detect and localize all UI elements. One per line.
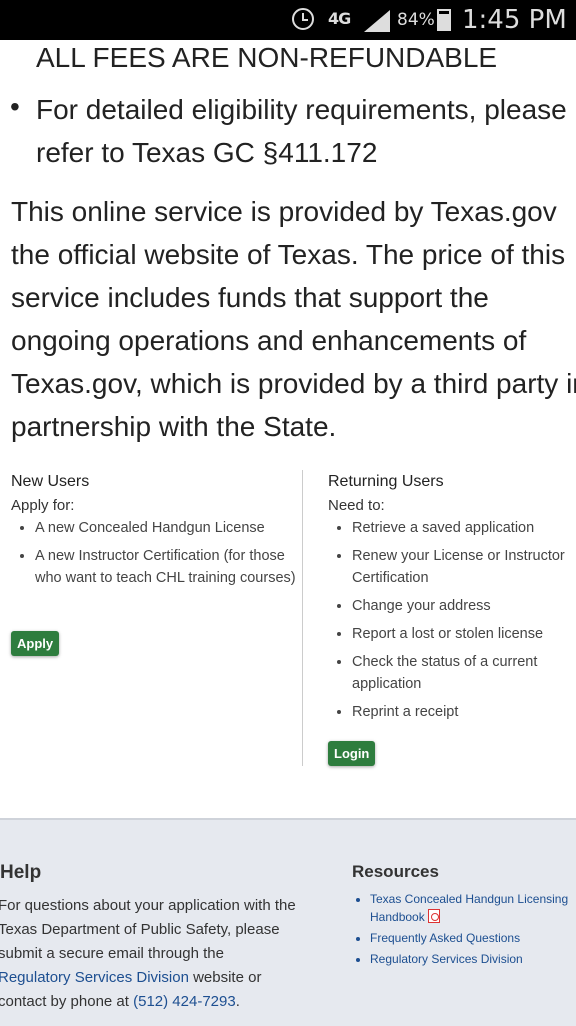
list-item: Reprint a receipt <box>352 701 576 723</box>
help-title: Help <box>0 862 42 883</box>
bullet: • <box>10 91 20 122</box>
battery-icon <box>437 9 451 31</box>
new-users-subtitle: Apply for: <box>11 497 75 514</box>
list-item: A new Instructor Certification (for thos… <box>35 545 301 589</box>
new-users-section: New Users Apply for: A new Concealed Han… <box>11 472 301 595</box>
login-button[interactable]: Login <box>328 741 376 766</box>
returning-users-subtitle: Need to: <box>328 497 385 514</box>
fees-notice: ALL FEES ARE NON-REFUNDABLE <box>36 42 498 73</box>
alarm-icon <box>292 8 314 30</box>
returning-users-list: Retrieve a saved application Renew your … <box>328 517 576 723</box>
returning-users-section: Returning Users Need to: Retrieve a save… <box>328 472 576 729</box>
list-item: Retrieve a saved application <box>352 517 576 539</box>
status-bar: 4G 84% 1:45 PM <box>0 0 576 40</box>
handbook-link[interactable]: Texas Concealed Handgun Licensing Handbo… <box>370 892 568 924</box>
signal-icon <box>364 10 390 32</box>
list-item: Change your address <box>352 595 576 617</box>
returning-users-title: Returning Users <box>328 473 444 490</box>
new-users-title: New Users <box>11 473 90 490</box>
apply-button[interactable]: Apply <box>11 631 60 656</box>
resources-list: Texas Concealed Handgun Licensing Handbo… <box>352 890 570 971</box>
help-text: For questions about your application wit… <box>0 894 298 1014</box>
resource-item: Regulatory Services Division <box>370 950 570 968</box>
pdf-icon <box>428 909 441 923</box>
resource-item: Texas Concealed Handgun Licensing Handbo… <box>370 890 570 926</box>
regulatory-services-resource-link[interactable]: Regulatory Services Division <box>370 952 523 966</box>
new-users-list: A new Concealed Handgun License A new In… <box>11 517 301 589</box>
battery-percent: 84% <box>397 10 435 30</box>
resources-title: Resources <box>352 862 439 881</box>
footer: Help For questions about your applicatio… <box>0 818 576 1026</box>
service-description: This online service is provided by Texas… <box>11 196 576 442</box>
list-item: Report a lost or stolen license <box>352 623 576 645</box>
list-item: Renew your License or Instructor Certifi… <box>352 545 576 589</box>
list-item: A new Concealed Handgun License <box>35 517 301 539</box>
regulatory-services-link[interactable]: Regulatory Services Division <box>0 969 189 986</box>
phone-link[interactable]: (512) 424-7293 <box>133 993 236 1010</box>
clock: 1:45 PM <box>462 5 567 35</box>
help-text-intro: For questions about your application wit… <box>0 897 296 962</box>
resource-item: Frequently Asked Questions <box>370 929 570 947</box>
column-divider <box>302 470 303 766</box>
network-indicator: 4G <box>328 9 351 28</box>
help-text-end: . <box>235 993 240 1010</box>
faq-link[interactable]: Frequently Asked Questions <box>370 931 520 945</box>
eligibility-notice: For detailed eligibility requirements, p… <box>36 94 567 168</box>
list-item: Check the status of a current applicatio… <box>352 651 576 695</box>
